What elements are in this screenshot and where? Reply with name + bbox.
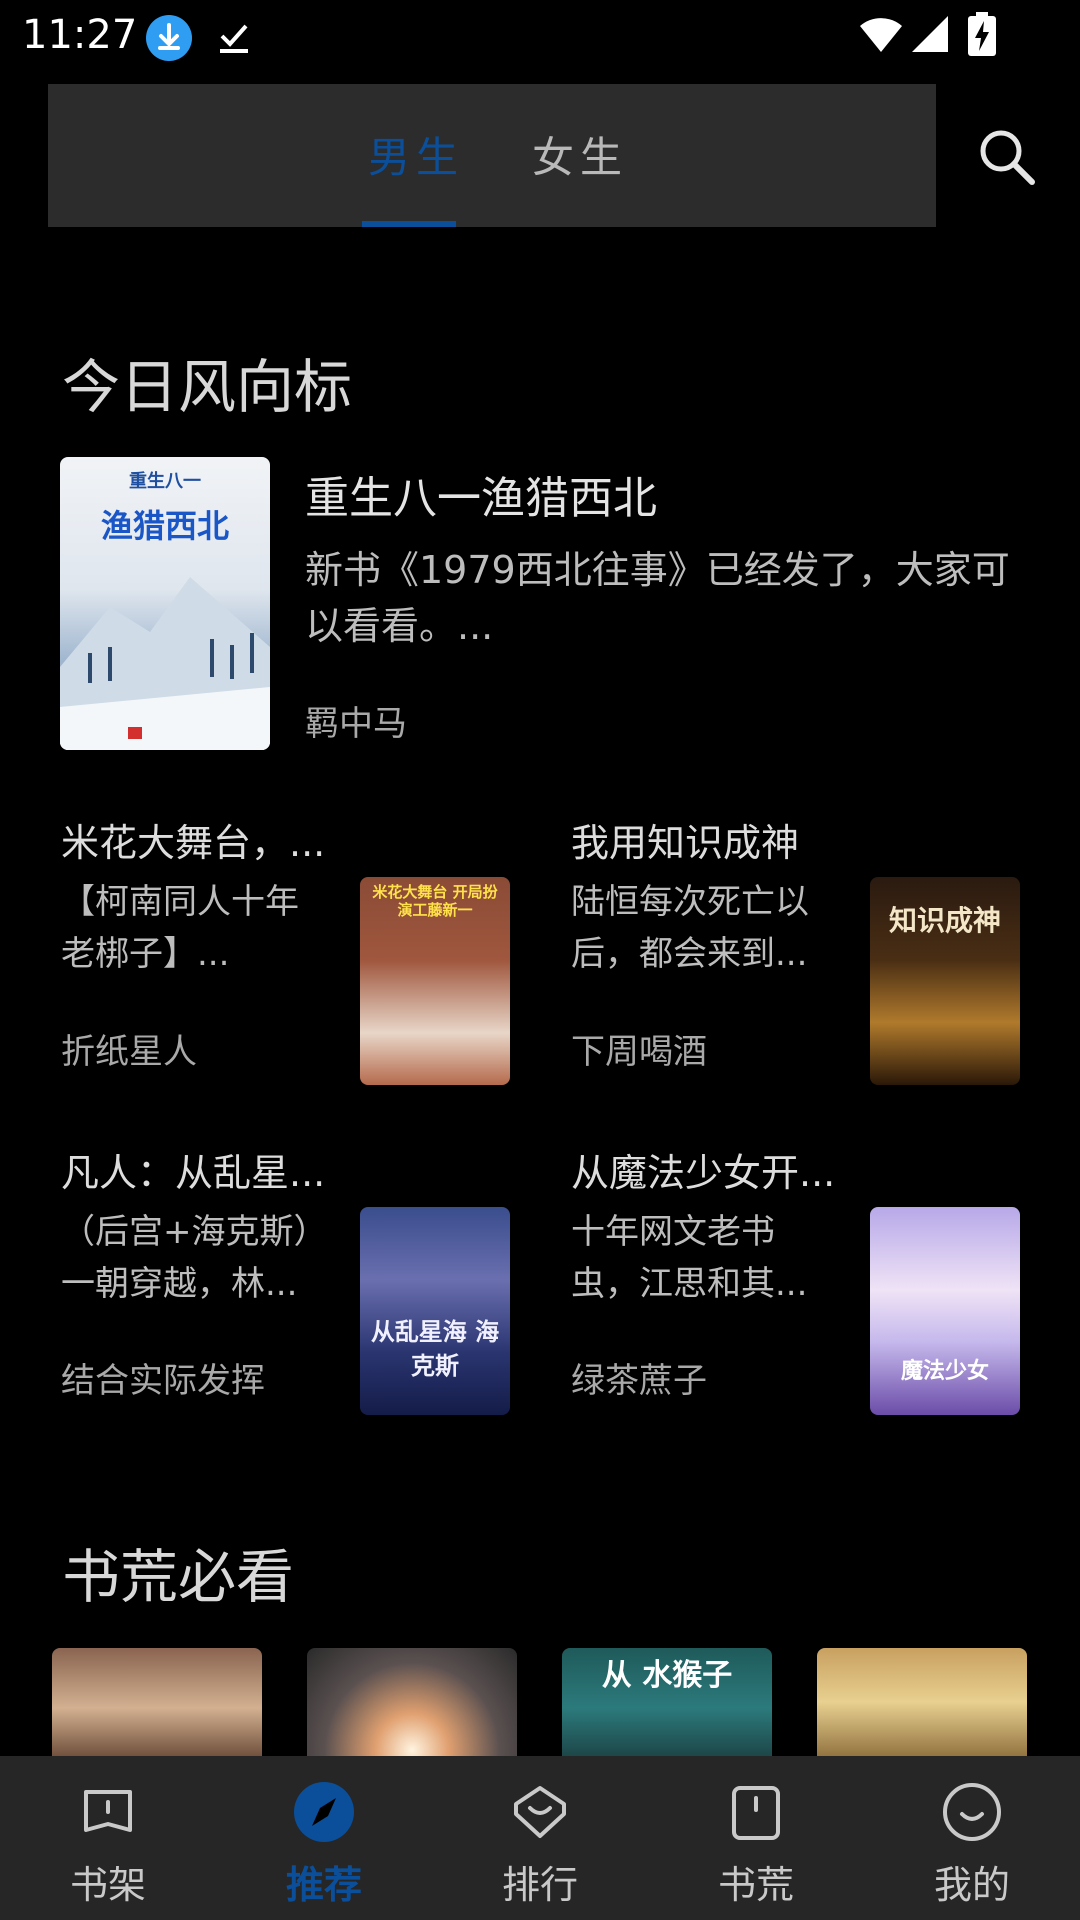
- book-card-description: 【柯南同人十年老梆子】...: [61, 882, 299, 974]
- book-card-title: 凡人：从乱星...: [61, 1151, 326, 1195]
- tab-female[interactable]: 女生: [532, 124, 628, 185]
- nav-label: 我的: [933, 1863, 1010, 1907]
- book-card-cover: 知识成神: [870, 877, 1020, 1085]
- book-card-title: 我用知识成神: [571, 821, 800, 865]
- must-read-book-cover[interactable]: [307, 1648, 517, 1768]
- profile-icon: [943, 1783, 1001, 1841]
- nav-item-profile[interactable]: 我的: [864, 1756, 1080, 1920]
- nav-label: 排行: [501, 1863, 578, 1907]
- wifi-icon: [860, 18, 902, 52]
- book-card-cover: 魔法少女: [870, 1207, 1020, 1415]
- book-card-author: 下周喝酒: [571, 1032, 707, 1072]
- ranking-icon: [514, 1786, 566, 1838]
- book-card-title: 米花大舞台，...: [61, 821, 326, 865]
- status-time: 11:27: [22, 12, 138, 58]
- bottom-navigation: 书架 推荐 排行 书荒 我的: [0, 1756, 1080, 1920]
- battery-charging-icon: [968, 12, 996, 56]
- search-icon[interactable]: [976, 126, 1038, 188]
- signal-icon: [912, 16, 948, 52]
- nav-label: 书架: [69, 1863, 146, 1907]
- gender-tab-bar: 男生 女生: [48, 84, 936, 227]
- book-card-description: 陆恒每次死亡以后，都会来到...: [571, 882, 809, 974]
- must-read-book-cover[interactable]: [817, 1648, 1027, 1768]
- section-title-today: 今日风向标: [62, 353, 353, 421]
- download-icon: [146, 15, 192, 61]
- section-title-must-read: 书荒必看: [62, 1543, 295, 1611]
- book-card-title: 从魔法少女开...: [571, 1151, 836, 1195]
- book-card-author: 折纸星人: [61, 1032, 197, 1072]
- nav-label: 书荒: [717, 1863, 794, 1907]
- nav-item-bookshelf[interactable]: 书架: [0, 1756, 216, 1920]
- cover-text: 从 水猴子: [601, 1658, 733, 1693]
- nav-item-recommend[interactable]: 推荐: [216, 1756, 432, 1920]
- cover-text: 魔法少女: [900, 1359, 989, 1384]
- book-card-cover: 从乱星海 海克斯: [360, 1207, 510, 1415]
- must-read-book-cover[interactable]: 从 水猴子: [562, 1648, 772, 1768]
- cover-text: 知识成神: [888, 904, 1001, 937]
- featured-book-cover[interactable]: 重生八一 渔猎西北: [60, 457, 270, 750]
- book-card-author: 绿茶蔗子: [571, 1361, 707, 1401]
- must-read-book-cover[interactable]: [52, 1648, 262, 1768]
- nav-label: 推荐: [285, 1863, 362, 1907]
- cover-text-main: 渔猎西北: [100, 507, 229, 545]
- cover-text-top: 重生八一: [129, 471, 201, 492]
- download-done-icon: [220, 24, 248, 53]
- nav-item-ranking[interactable]: 排行: [432, 1756, 648, 1920]
- featured-book-description: 新书《1979西北往事》已经发了，大家可以看看。...: [305, 548, 1010, 648]
- book-card-cover: 米花大舞台 开局扮演工藤新一: [360, 877, 510, 1085]
- cover-text: 米花大舞台 开局扮演工藤新一: [372, 883, 498, 919]
- compass-icon: [294, 1782, 354, 1842]
- book-card-description: 十年网文老书虫，江思和其...: [571, 1212, 808, 1304]
- nav-item-book-famine[interactable]: 书荒: [648, 1756, 864, 1920]
- cover-text: 从乱星海 海克斯: [370, 1318, 500, 1380]
- book-card-description: （后宫+海克斯）一朝穿越，林...: [61, 1212, 328, 1304]
- status-bar: 11:27: [0, 0, 1080, 72]
- book-famine-icon: [732, 1786, 780, 1840]
- featured-book-author: 羁中马: [305, 704, 407, 744]
- bookshelf-icon: [84, 1790, 132, 1832]
- book-card-author: 结合实际发挥: [61, 1361, 265, 1401]
- tab-male[interactable]: 男生: [368, 124, 464, 185]
- featured-book-title[interactable]: 重生八一渔猎西北: [305, 462, 657, 526]
- active-tab-indicator: [362, 221, 456, 227]
